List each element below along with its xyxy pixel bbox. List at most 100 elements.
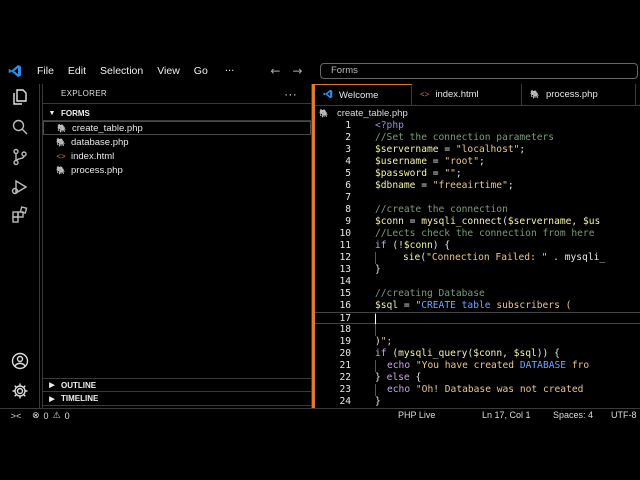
- tab-welcome[interactable]: Welcome: [315, 84, 412, 105]
- vscode-logo-icon: [0, 58, 30, 84]
- code-line[interactable]: 6 $dbname = "freeairtime";: [315, 180, 640, 192]
- code-line[interactable]: 12 sie("Connection Failed: " . mysqli_: [315, 252, 640, 264]
- code-line[interactable]: 3 $servername = "localhost";: [315, 144, 640, 156]
- warning-count: 0: [64, 410, 70, 421]
- command-center-search[interactable]: Forms: [320, 63, 638, 79]
- explorer-header: EXPLORER ···: [43, 84, 311, 104]
- remote-indicator-icon[interactable]: ><: [0, 411, 32, 421]
- menu-selection[interactable]: Selection: [93, 65, 150, 77]
- code-text: if (!$conn) {: [375, 240, 451, 251]
- line-number: 24: [339, 396, 351, 407]
- code-editor[interactable]: 1 <?php 2 //Set the connection parameters 3 $…: [315, 120, 640, 408]
- source-control-icon[interactable]: [8, 146, 32, 168]
- code-text: //create the connection: [375, 204, 508, 215]
- menu-view[interactable]: View: [150, 65, 187, 77]
- code-line[interactable]: 17: [315, 312, 640, 325]
- folder-label: FORMS: [61, 109, 90, 118]
- code-line[interactable]: 19)";: [315, 336, 640, 348]
- activity-bar: [0, 84, 40, 408]
- file-index-html[interactable]: <> index.html: [43, 149, 311, 163]
- problems-indicator[interactable]: ⊗ 0 ⚠ 0: [32, 410, 70, 421]
- outline-section[interactable]: ▶ OUTLINE: [43, 378, 311, 392]
- file-label: create_table.php: [72, 122, 143, 134]
- code-line[interactable]: 13}: [315, 264, 640, 276]
- breadcrumb-file: create_table.php: [336, 107, 408, 119]
- error-count: 0: [43, 410, 49, 421]
- line-number: 7: [345, 192, 351, 203]
- tab-label: process.php: [545, 89, 598, 100]
- code-text: $conn = mysqli_connect($servername, $us: [375, 216, 601, 227]
- code-text: if (mysqli_query($conn, $sql)) {: [375, 348, 560, 359]
- timeline-section[interactable]: ▶ TIMELINE: [43, 392, 311, 406]
- html-icon: <>: [420, 90, 430, 99]
- php-icon: 🐘: [319, 108, 329, 118]
- code-line[interactable]: 2 //Set the connection parameters: [315, 132, 640, 144]
- file-database[interactable]: 🐘 database.php: [43, 135, 311, 149]
- outline-label: OUTLINE: [61, 380, 97, 390]
- code-line[interactable]: 23 echo "Oh! Database was not created: [315, 384, 640, 396]
- code-line[interactable]: 14: [315, 276, 640, 288]
- file-label: database.php: [71, 136, 129, 148]
- code-line[interactable]: 22} else {: [315, 372, 640, 384]
- line-number: 18: [339, 324, 351, 335]
- tab-process-php[interactable]: 🐘 process.php: [522, 84, 636, 105]
- code-line[interactable]: 8 //create the connection: [315, 204, 640, 216]
- php-live-status[interactable]: PHP Live: [398, 409, 435, 422]
- code-line[interactable]: 10 //Lects check the connection from here: [315, 228, 640, 240]
- line-number: 22: [339, 372, 351, 383]
- explorer-files-icon[interactable]: [8, 86, 32, 108]
- extensions-icon[interactable]: [8, 204, 32, 226]
- code-text: <?php: [375, 120, 404, 131]
- file-create-table[interactable]: 🐘 create_table.php: [43, 121, 311, 135]
- code-line[interactable]: 15 //creating Database: [315, 288, 640, 300]
- code-line[interactable]: 21 echo "You have created DATABASE fro: [315, 360, 640, 372]
- menu-more-icon[interactable]: ···: [215, 66, 245, 77]
- account-icon[interactable]: [8, 350, 32, 372]
- line-number: 14: [339, 276, 351, 287]
- menu-go[interactable]: Go: [187, 65, 215, 77]
- code-line[interactable]: 16 $sql = "CREATE table subscribers (: [315, 300, 640, 312]
- code-line[interactable]: 11 if (!$conn) {: [315, 240, 640, 252]
- search-icon[interactable]: [8, 116, 32, 138]
- settings-gear-icon[interactable]: [8, 380, 32, 402]
- explorer-more-icon[interactable]: ···: [284, 87, 297, 101]
- line-number: 2: [345, 132, 351, 143]
- line-number: 11: [339, 240, 351, 251]
- code-line[interactable]: 9 $conn = mysqli_connect($servername, $us: [315, 216, 640, 228]
- line-number: 16: [339, 300, 351, 311]
- code-line[interactable]: 5 $password = "";: [315, 168, 640, 180]
- code-line[interactable]: 24}: [315, 396, 640, 408]
- letterbox-bottom: [0, 422, 640, 480]
- code-text: )";: [375, 336, 393, 347]
- line-number: 15: [339, 288, 351, 299]
- html-icon: <>: [56, 151, 66, 161]
- code-text: $password = "";: [375, 168, 462, 179]
- cursor-position[interactable]: Ln 17, Col 1: [482, 409, 531, 422]
- run-debug-icon[interactable]: [8, 176, 32, 198]
- tab-index-html[interactable]: <> index.html: [412, 84, 522, 105]
- encoding[interactable]: UTF-8: [611, 409, 637, 422]
- tab-label: index.html: [435, 89, 479, 100]
- indentation[interactable]: Spaces: 4: [553, 409, 593, 422]
- menu-edit[interactable]: Edit: [61, 65, 93, 77]
- menu-file[interactable]: File: [30, 65, 61, 77]
- line-number: 23: [339, 384, 351, 395]
- back-arrow-icon[interactable]: ←: [270, 64, 280, 78]
- tab-label: Welcome: [339, 89, 379, 101]
- folder-forms[interactable]: ▼ FORMS: [43, 107, 311, 121]
- code-line[interactable]: 4 $username = "root";: [315, 156, 640, 168]
- text-cursor: [375, 314, 376, 324]
- code-line[interactable]: 7: [315, 192, 640, 204]
- forward-arrow-icon[interactable]: →: [292, 64, 302, 78]
- breadcrumb[interactable]: 🐘 create_table.php: [315, 107, 640, 119]
- code-line[interactable]: 20 if (mysqli_query($conn, $sql)) {: [315, 348, 640, 360]
- code-line[interactable]: 1 <?php: [315, 120, 640, 132]
- code-line[interactable]: 18: [315, 324, 640, 336]
- status-bar: >< ⊗ 0 ⚠ 0 PHP Live Ln 17, Col 1 Spaces:…: [0, 408, 640, 422]
- line-number: 6: [345, 180, 351, 191]
- file-label: index.html: [71, 150, 115, 162]
- line-number: 3: [345, 144, 351, 155]
- file-process[interactable]: 🐘 process.php: [43, 163, 311, 177]
- line-number: 5: [345, 168, 351, 179]
- indent-guide: [375, 252, 376, 264]
